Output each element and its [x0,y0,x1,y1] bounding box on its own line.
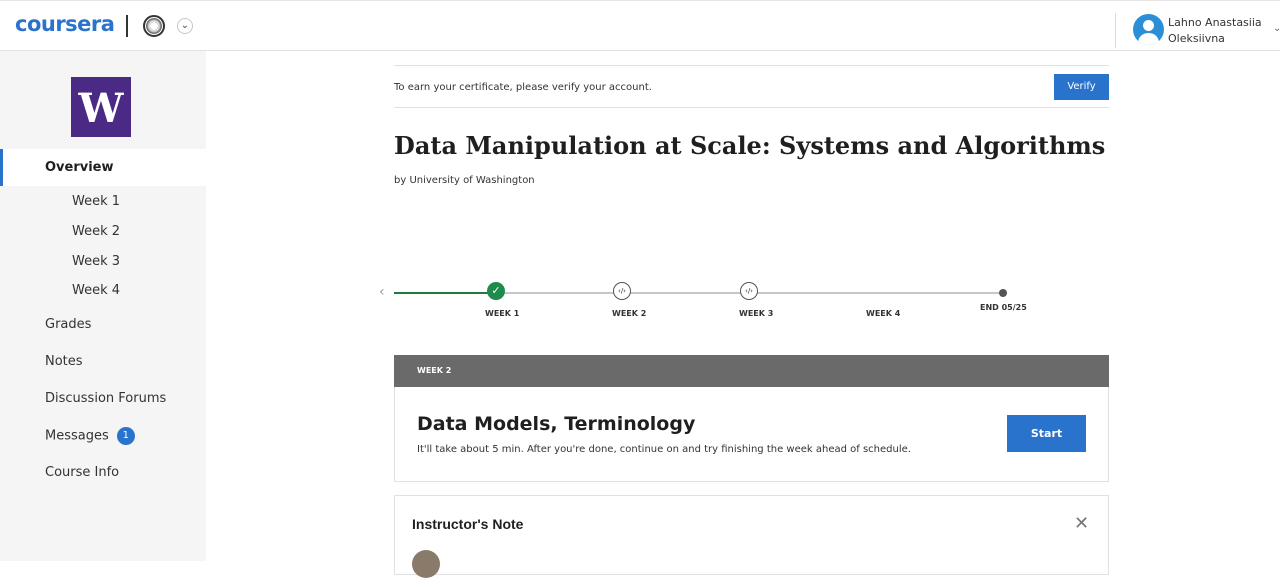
sidebar-item-notes[interactable]: Notes [45,354,83,369]
timeline-progress [394,292,496,294]
code-icon[interactable]: ‹/› [613,282,631,300]
sidebar-item-week-3[interactable]: Week 3 [72,254,120,269]
user-chevron-icon[interactable]: ⌄ [1273,23,1280,34]
verify-button[interactable]: Verify [1054,74,1109,100]
messages-count-badge: 1 [116,427,135,445]
sidebar-item-overview[interactable]: Overview [0,149,206,186]
sidebar-item-grades[interactable]: Grades [45,317,91,332]
user-divider [1115,13,1116,48]
instructor-note-card: Instructor's Note ✕ [394,495,1109,578]
sidebar-item-course-info[interactable]: Course Info [45,465,119,480]
close-icon[interactable]: ✕ [1074,513,1089,534]
sidebar: W Overview Week 1 Week 2 Week 3 Week 4 G… [0,51,206,561]
week-header: WEEK 2 [394,355,1109,387]
user-avatar-icon[interactable] [1133,14,1164,45]
timeline-label-week-2[interactable]: WEEK 2 [612,309,646,318]
checkmark-icon[interactable]: ✓ [487,282,505,300]
timeline-prev-icon[interactable]: ‹ [379,284,385,300]
instructor-avatar [412,550,440,578]
avatar-head [1143,20,1154,31]
sidebar-item-week-2[interactable]: Week 2 [72,224,120,239]
timeline-label-week-1[interactable]: WEEK 1 [485,309,519,318]
avatar-body [1138,33,1159,45]
university-logo: W [71,77,131,137]
verify-message: To earn your certificate, please verify … [394,82,652,93]
sidebar-item-week-1[interactable]: Week 1 [72,194,120,209]
timeline-label-week-4[interactable]: WEEK 4 [866,309,900,318]
timeline-label-end: END 05/25 [980,303,1027,312]
start-button[interactable]: Start [1007,415,1086,452]
sidebar-item-messages[interactable]: Messages 1 [45,427,135,445]
code-icon[interactable]: ‹/› [740,282,758,300]
coursera-logo[interactable]: coursera [15,12,115,36]
instructor-note-title: Instructor's Note [412,516,524,532]
chevron-down-icon[interactable]: ⌄ [177,18,193,34]
top-header: coursera ⌄ Lahno Anastasiia Oleksiivna ⌄ [0,0,1280,51]
university-seal-icon[interactable] [143,15,165,37]
header-divider [126,15,128,37]
verify-banner: To earn your certificate, please verify … [394,65,1109,108]
sidebar-item-week-4[interactable]: Week 4 [72,283,120,298]
next-item-card: Data Models, Terminology It'll take abou… [394,387,1109,482]
lesson-description: It'll take about 5 min. After you're don… [417,444,911,455]
sidebar-item-label: Messages [45,428,109,444]
sidebar-item-label: Overview [45,160,114,175]
end-dot-icon [999,289,1007,297]
sidebar-item-discussion-forums[interactable]: Discussion Forums [45,391,166,406]
user-name[interactable]: Lahno Anastasiia Oleksiivna [1168,15,1268,47]
course-provider: by University of Washington [394,175,535,186]
course-title: Data Manipulation at Scale: Systems and … [394,131,1106,160]
timeline-label-week-3[interactable]: WEEK 3 [739,309,773,318]
lesson-title[interactable]: Data Models, Terminology [417,413,695,435]
week-label: WEEK 2 [417,366,452,375]
